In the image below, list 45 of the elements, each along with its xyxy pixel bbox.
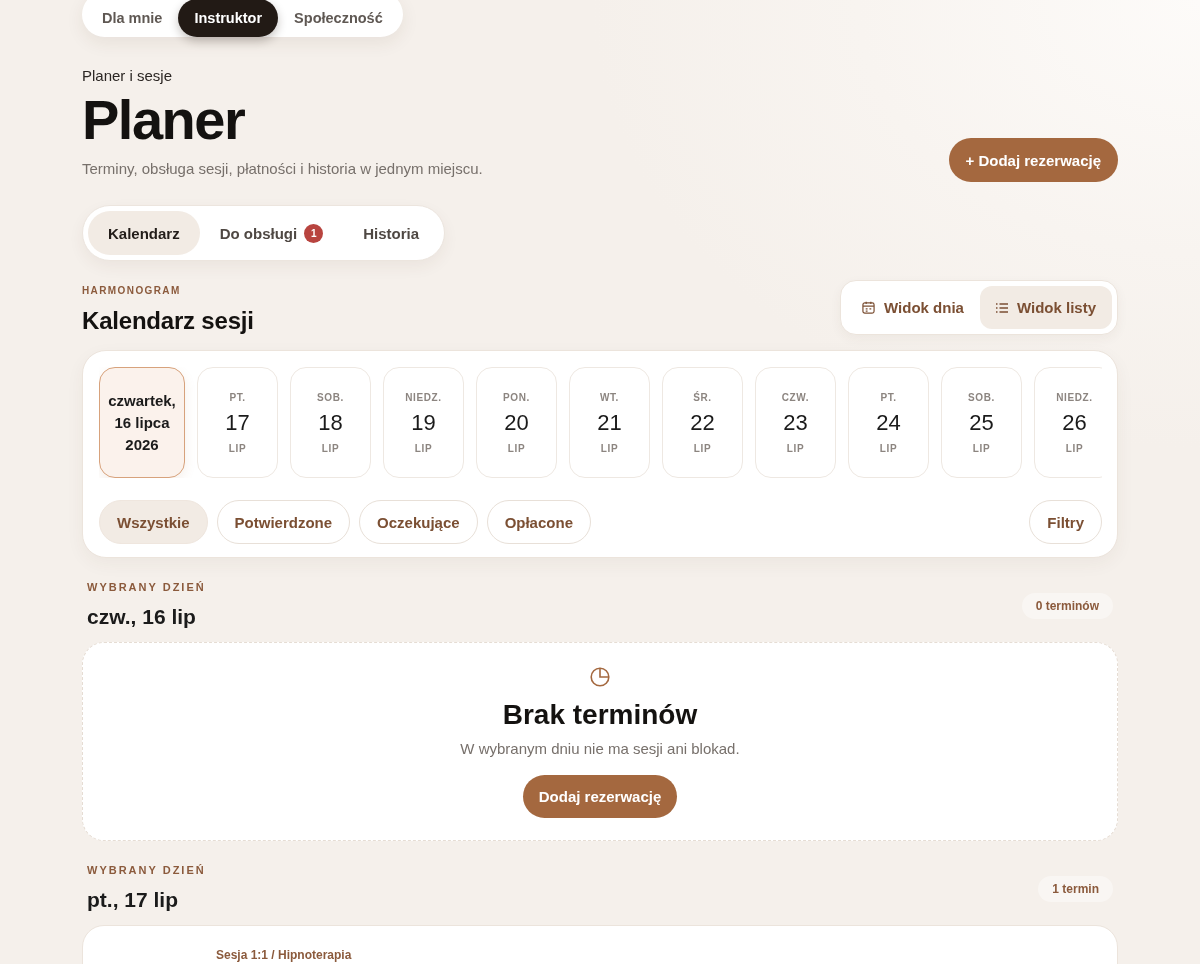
filter-chip[interactable]: Wszystkie [99,500,208,544]
section-title: Kalendarz sesji [82,306,254,336]
day-eyebrow: WYBRANY DZIEŃ [87,863,206,877]
count-badge: 1 [304,223,324,243]
view-button[interactable]: Widok listy [979,286,1112,329]
day-tile[interactable]: NIEDZ. 26 LIP [1034,367,1102,478]
session-type: Sesja 1:1 / Hipnoterapia [216,949,352,962]
day-tile[interactable]: NIEDZ. 19 LIP [383,367,464,478]
filter-chip[interactable]: Opłacone [486,500,591,544]
add-booking-button[interactable]: Dodaj rezerwację [522,775,678,818]
empty-state-text: W wybranym dniu nie ma sesji ani blokad. [460,739,740,759]
filter-chip[interactable]: Oczekujące [359,500,478,544]
day-tile[interactable]: PT. 24 LIP [848,367,929,478]
filter-chip[interactable]: Potwierdzone [216,500,351,544]
day-tile[interactable]: PT. 17 LIP [197,367,278,478]
day-tile[interactable]: CZW. 23 LIP [755,367,836,478]
page-title: Planer [82,90,246,150]
nav-tab[interactable]: Dla mnie [86,0,179,37]
session-card[interactable]: Sesja 1:1 / Hipnoterapia [82,925,1118,964]
day-title: pt., 17 lip [87,887,179,913]
view-button[interactable]: Widok dnia [846,286,980,329]
nav-tab[interactable]: Instruktor [178,0,279,37]
section-eyebrow: HARMONOGRAM [82,284,182,298]
day-tile[interactable]: SOB. 18 LIP [290,367,371,478]
day-tile[interactable]: czwartek, 16 lipca 2026 [99,367,185,478]
empty-state-title: Brak terminów [502,698,698,732]
day-tile[interactable]: PON. 20 LIP [476,367,557,478]
page-eyebrow: Planer i sesje [82,66,174,86]
section-tab[interactable]: Kalendarz [88,211,200,255]
page-subtitle: Terminy, obsługa sesji, płatności i historia w jednym miejscu. [82,159,483,179]
nav-tab[interactable]: Społeczność [278,0,399,37]
day-tile[interactable]: ŚR. 22 LIP [662,367,743,478]
section-tab[interactable]: Historia [343,211,440,255]
filters-button[interactable]: Filtry [1029,500,1102,544]
day-eyebrow: WYBRANY DZIEŃ [87,580,206,594]
list-icon [995,302,1008,313]
calendar-icon [862,301,876,314]
add-booking-button[interactable]: + Dodaj rezerwację [948,138,1118,182]
appointment-count: 0 terminów [1021,592,1113,619]
appointment-count: 1 termin [1038,875,1113,902]
section-tab[interactable]: Do obsługi 1 [199,211,344,255]
day-title: czw., 16 lip [87,604,197,630]
day-tile[interactable]: SOB. 25 LIP [941,367,1022,478]
pie-chart-icon [590,667,610,687]
day-tile[interactable]: WT. 21 LIP [569,367,650,478]
